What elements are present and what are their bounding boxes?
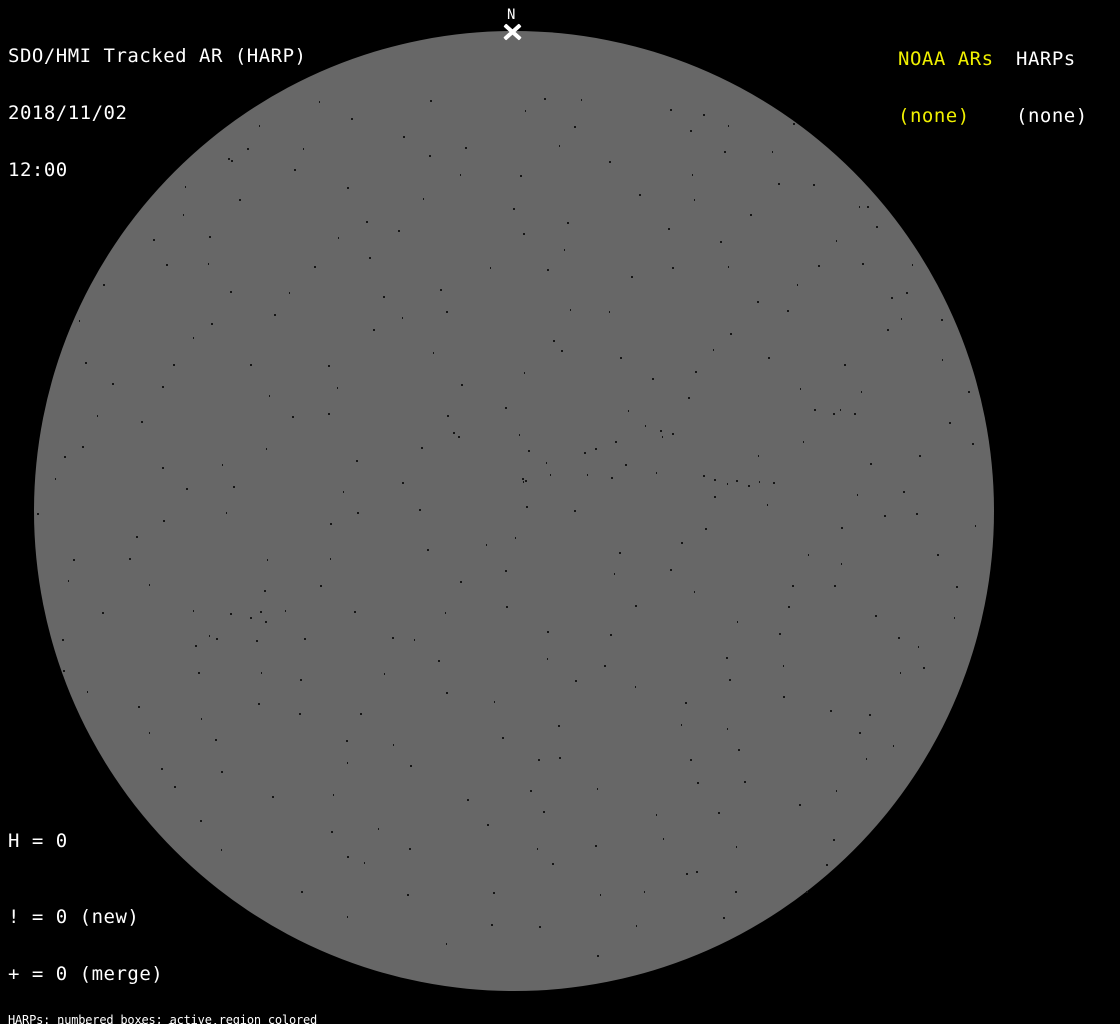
plot-date: 2018/11/02: [8, 102, 128, 124]
legend-item-new: ! = 0 (new): [8, 906, 140, 928]
north-cross-marker: [503, 23, 522, 41]
north-label: N: [507, 7, 516, 23]
footer-line-harps: HARPs: numbered boxes; active region col…: [8, 1013, 318, 1024]
plot-time: 12:00: [8, 159, 68, 181]
noaa-ars-value: (none): [898, 105, 970, 127]
footer-notes: HARPs: numbered boxes; active region col…: [8, 990, 415, 1024]
harp-plot-screen: SDO/HMI Tracked AR (HARP) 2018/11/02 12:…: [0, 0, 1120, 1024]
noaa-status-block: NOAA ARs (none): [898, 12, 994, 164]
harps-status-block: HARPs (none): [1016, 12, 1088, 164]
noaa-ars-label: NOAA ARs: [898, 48, 994, 70]
title-block: SDO/HMI Tracked AR (HARP) 2018/11/02 12:…: [8, 9, 306, 218]
plot-title: SDO/HMI Tracked AR (HARP): [8, 45, 307, 67]
harp-total-count: H = 0: [8, 830, 68, 852]
harps-label: HARPs: [1016, 48, 1076, 70]
legend-item-merge: + = 0 (merge): [8, 963, 164, 986]
harps-value: (none): [1016, 105, 1088, 127]
